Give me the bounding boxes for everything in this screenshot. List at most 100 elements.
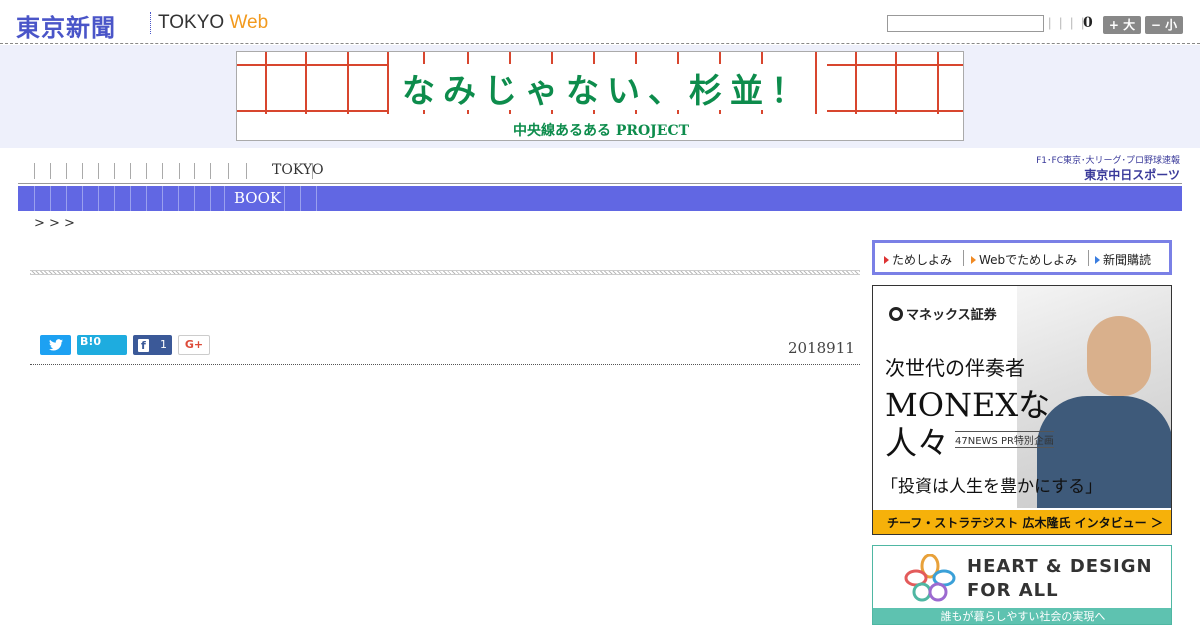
trial-read-link[interactable]: ためしよみ — [884, 251, 952, 268]
nav-separator — [228, 163, 229, 179]
web-trial-read-link[interactable]: Webでためしよみ — [971, 251, 1077, 268]
breadcrumb[interactable]: > > > — [34, 216, 75, 231]
nav-separator — [246, 163, 247, 179]
nav-separator — [34, 186, 35, 211]
link-divider — [963, 250, 964, 266]
nav-separator — [300, 186, 301, 211]
nav-separator — [50, 186, 51, 211]
tokyo-web-logo-web: Web — [229, 12, 269, 33]
font-size-bigger-button[interactable]: + 大 — [1103, 16, 1141, 34]
banner-rail-tick — [855, 52, 857, 114]
banner-rail-tick — [815, 52, 817, 114]
trial-read-label: ためしよみ — [892, 253, 953, 267]
nav-separator — [284, 186, 285, 211]
arrow-icon — [884, 256, 889, 264]
nav-separator — [114, 186, 115, 211]
portrait-head — [1087, 316, 1151, 396]
nav-separator — [50, 163, 51, 179]
banner-rail-tick — [551, 110, 553, 114]
nav-separator — [194, 186, 195, 211]
suginami-banner-ad[interactable]: なみじゃない、杉並！ 中央線あるある PROJECT — [236, 51, 964, 141]
banner-rail-tick — [635, 52, 637, 64]
ad-quote: 「投資は人生を豊かにする」 — [881, 477, 1103, 497]
ad-headline-1: 次世代の伴奏者 — [885, 356, 1025, 380]
nav-separator — [66, 163, 67, 179]
ad2-line2: FOR ALL — [967, 580, 1059, 601]
facebook-share-button[interactable]: f 1 — [133, 335, 172, 355]
banner-title: なみじゃない、杉並！ — [387, 64, 827, 112]
banner-subtitle: 中央線あるある PROJECT — [512, 123, 690, 139]
banner-rail-tick — [593, 52, 595, 64]
banner-rail-tick — [265, 52, 267, 114]
banner-rail-tick — [509, 52, 511, 64]
nav-separator — [179, 163, 180, 179]
nav-item-book[interactable]: BOOK — [234, 189, 281, 207]
article-date: 2018911 — [788, 339, 855, 357]
banner-rail-tick — [347, 52, 349, 114]
heart-design-ad[interactable]: HEART & DESIGN FOR ALL 誰もが暮らしやすい社会の実現へ — [872, 545, 1172, 625]
nav-separator — [178, 186, 179, 211]
chunichi-sports-link[interactable]: F1･FC東京･大リーグ･プロ野球速報 東京中日スポーツ — [1026, 153, 1180, 183]
hatena-bookmark-button[interactable]: B!0 — [77, 335, 127, 355]
subscribe-label: 新聞購読 — [1103, 253, 1152, 267]
nav-separator — [210, 163, 211, 179]
ad-headline-3: 人々 — [885, 424, 950, 462]
google-plus-share-button[interactable]: G+ — [178, 335, 210, 355]
nav-separator — [66, 186, 67, 211]
banner-rail-tick — [677, 110, 679, 114]
banner-rail-tick — [467, 52, 469, 64]
nav-separator — [98, 186, 99, 211]
banner-rail-tick — [719, 110, 721, 114]
banner-rail-tick — [761, 110, 763, 114]
banner-rail-tick — [593, 110, 595, 114]
banner-rail-tick — [387, 52, 389, 114]
banner-rail-tick — [761, 52, 763, 64]
monex-logo-icon — [889, 307, 903, 321]
nav-separator — [224, 186, 225, 211]
banner-rail-tick — [423, 52, 425, 64]
banner-rail-tick — [509, 110, 511, 114]
banner-rail-tick — [895, 52, 897, 114]
banner-rail-tick — [937, 52, 939, 114]
arrow-icon — [971, 256, 976, 264]
nav-separator — [98, 163, 99, 179]
search-input[interactable] — [887, 15, 1044, 32]
arrow-icon — [1095, 256, 1100, 264]
nav-item-tokyo[interactable]: TOKYO — [272, 162, 324, 178]
ad-pr-tag: 47NEWS PR特別企画 — [955, 431, 1054, 448]
nav-separator — [82, 186, 83, 211]
monex-brand: マネックス証券 — [889, 304, 997, 323]
banner-rail-tick — [635, 110, 637, 114]
nav-separator — [130, 163, 131, 179]
banner-rail-tick — [423, 110, 425, 114]
tokyo-web-logo[interactable]: TOKYO Web — [158, 12, 268, 34]
nav-separator — [316, 186, 317, 211]
nav-separator — [162, 163, 163, 179]
article-divider — [30, 364, 860, 365]
nav-separator — [146, 186, 147, 211]
trial-links-box: ためしよみ Webでためしよみ 新聞購読 — [872, 240, 1172, 275]
nav-separator — [114, 163, 115, 179]
banner-rail-tick — [551, 52, 553, 64]
twitter-icon — [48, 339, 63, 351]
link-divider — [1088, 250, 1089, 266]
nav-separator — [162, 186, 163, 211]
subscribe-link[interactable]: 新聞購読 — [1095, 251, 1151, 268]
font-size-smaller-button[interactable]: − 小 — [1145, 16, 1183, 34]
nav-separator — [312, 163, 313, 179]
banner-rail-tick — [305, 52, 307, 114]
secondary-nav: BOOK — [18, 186, 1182, 211]
twitter-share-button[interactable] — [40, 335, 71, 355]
ad2-line1: HEART & DESIGN — [967, 556, 1153, 577]
ad-cta-bar[interactable]: チーフ・ストラテジスト 広木隆氏 インタビュー ＞ — [873, 510, 1171, 534]
logo-divider — [150, 12, 151, 34]
nav-separator — [146, 163, 147, 179]
monex-brand-label: マネックス証券 — [906, 308, 997, 323]
monex-ad[interactable]: マネックス証券 次世代の伴奏者 MONEXな 人々 47NEWS PR特別企画 … — [872, 285, 1172, 535]
nav-separator — [130, 186, 131, 211]
banner-band: なみじゃない、杉並！ 中央線あるある PROJECT — [0, 45, 1200, 148]
sports-tagline: F1･FC東京･大リーグ･プロ野球速報 — [1036, 156, 1180, 166]
site-logo[interactable]: 東京新聞 — [16, 8, 116, 43]
web-trial-read-label: Webでためしよみ — [979, 253, 1078, 267]
nav-separator — [34, 163, 35, 179]
